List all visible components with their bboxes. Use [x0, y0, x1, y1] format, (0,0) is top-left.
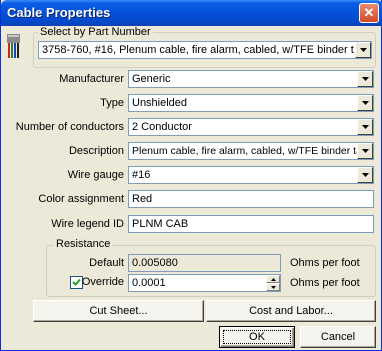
- wire-gauge-dropdown[interactable]: #16: [128, 166, 374, 184]
- override-resistance-unit: Ohms per foot: [290, 277, 360, 289]
- description-label: Description: [68, 145, 124, 157]
- cancel-button[interactable]: Cancel: [300, 326, 376, 348]
- color-assignment-label: Color assignment: [38, 193, 124, 205]
- description-value: Plenum cable, fire alarm, cabled, w/TFE …: [132, 145, 358, 157]
- dropdown-arrow-icon[interactable]: [357, 71, 373, 87]
- type-dropdown[interactable]: Unshielded: [128, 94, 374, 112]
- default-resistance-label: Default: [89, 257, 124, 269]
- wire-legend-label: Wire legend ID: [51, 218, 124, 230]
- cable-icon: [7, 34, 20, 58]
- dropdown-arrow-icon[interactable]: [355, 42, 371, 58]
- cost-and-labor-button[interactable]: Cost and Labor...: [206, 300, 376, 322]
- override-label[interactable]: Override: [4, 276, 124, 288]
- manufacturer-dropdown[interactable]: Generic: [128, 70, 374, 88]
- ok-button[interactable]: OK: [219, 326, 295, 348]
- dropdown-arrow-icon[interactable]: [357, 167, 373, 183]
- conductors-value: 2 Conductor: [132, 121, 192, 133]
- spin-up-icon[interactable]: [266, 275, 280, 283]
- conductors-label: Number of conductors: [15, 121, 124, 133]
- override-spinner[interactable]: [266, 275, 280, 291]
- wire-legend-value: PLNM CAB: [132, 218, 189, 230]
- part-number-dropdown[interactable]: 3758-760, #16, Plenum cable, fire alarm,…: [38, 41, 372, 59]
- color-assignment-value: Red: [132, 193, 153, 205]
- default-resistance-field: 0.005080: [128, 254, 281, 272]
- close-button[interactable]: ✕: [359, 3, 379, 23]
- conductors-dropdown[interactable]: 2 Conductor: [128, 118, 374, 136]
- window-title: Cable Properties: [7, 5, 111, 20]
- title-bar[interactable]: Cable Properties ✕: [1, 0, 382, 26]
- override-resistance-input[interactable]: 0.0001: [128, 274, 281, 292]
- cable-properties-dialog: Cable Properties ✕ Select by Part Number…: [0, 0, 382, 351]
- dropdown-arrow-icon[interactable]: [357, 143, 373, 159]
- description-dropdown[interactable]: Plenum cable, fire alarm, cabled, w/TFE …: [128, 142, 374, 160]
- default-resistance-unit: Ohms per foot: [290, 257, 360, 269]
- manufacturer-value: Generic: [132, 73, 171, 85]
- cost-and-labor-label: Cost and Labor...: [249, 305, 333, 317]
- color-assignment-field[interactable]: Red: [128, 190, 374, 208]
- dropdown-arrow-icon[interactable]: [357, 95, 373, 111]
- spin-down-icon[interactable]: [266, 283, 280, 291]
- part-number-group-label: Select by Part Number: [38, 26, 153, 38]
- wire-gauge-label: Wire gauge: [67, 169, 124, 181]
- wire-gauge-value: #16: [132, 169, 151, 181]
- ok-label: OK: [249, 331, 265, 343]
- cancel-label: Cancel: [320, 331, 356, 343]
- wire-legend-field[interactable]: PLNM CAB: [128, 215, 374, 233]
- type-label: Type: [100, 97, 124, 109]
- resistance-group-label: Resistance: [54, 238, 113, 250]
- cut-sheet-button[interactable]: Cut Sheet...: [33, 300, 204, 322]
- manufacturer-label: Manufacturer: [59, 73, 124, 85]
- type-value: Unshielded: [132, 97, 188, 109]
- dropdown-arrow-icon[interactable]: [357, 119, 373, 135]
- default-resistance-value: 0.005080: [132, 257, 178, 269]
- dialog-content: Select by Part Number 3758-760, #16, Ple…: [4, 26, 380, 348]
- cut-sheet-label: Cut Sheet...: [89, 305, 148, 317]
- override-resistance-value: 0.0001: [132, 277, 166, 289]
- close-icon: ✕: [363, 5, 375, 20]
- part-number-value: 3758-760, #16, Plenum cable, fire alarm,…: [42, 44, 354, 56]
